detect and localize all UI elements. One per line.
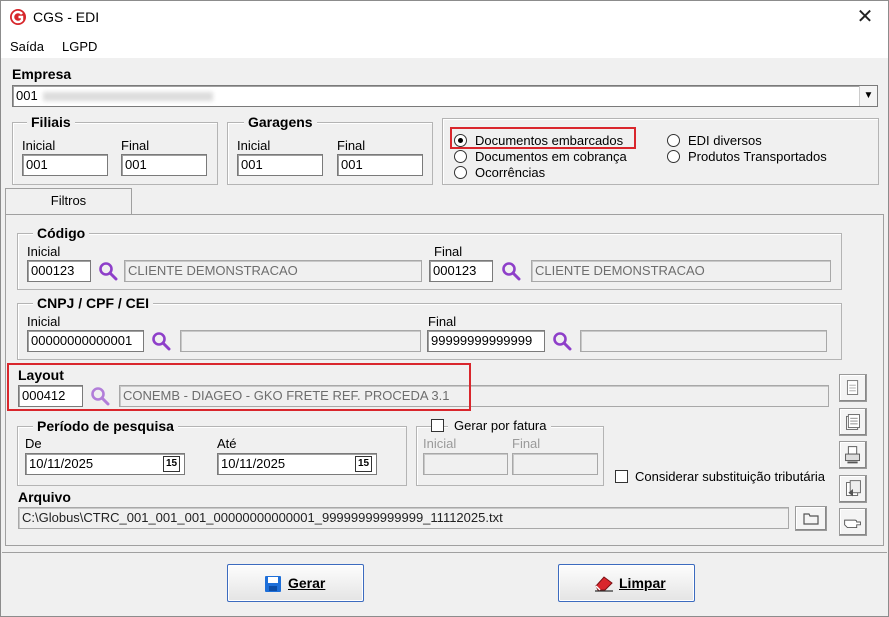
garagens-inicial-label: Inicial [237,138,271,153]
periodo-de-label: De [25,436,42,451]
codigo-final-label: Final [434,244,463,259]
label-edi-diversos: EDI diversos [688,133,762,148]
search-icon[interactable] [151,331,171,351]
footer-divider [2,552,887,553]
codigo-inicial-label: Inicial [27,244,61,259]
fatura-inicial-label: Inicial [423,436,457,451]
save-disk-icon [265,576,281,592]
codigo-final-name: CLIENTE DEMONSTRACAO [531,260,831,282]
periodo-ate-value: 10/11/2025 [221,456,286,471]
cnpj-title: CNPJ / CPF / CEI [33,295,154,311]
fatura-inicial-input [423,453,508,475]
eraser-icon [595,576,613,592]
cnpj-inicial-name [180,330,421,352]
limpar-button[interactable]: Limpar [558,564,695,602]
periodo-title: Período de pesquisa [33,418,178,434]
codigo-final-input[interactable]: 000123 [429,260,493,282]
window-title: CGS - EDI [33,9,100,25]
chevron-down-icon[interactable]: ▼ [859,86,877,106]
cnpj-final-label: Final [428,314,457,329]
fatura-final-input [512,453,598,475]
side-pointer-button[interactable] [839,508,867,536]
side-copy-button[interactable] [839,408,867,436]
garagens-title: Garagens [244,114,317,130]
codigo-inicial-name: CLIENTE DEMONSTRACAO [124,260,422,282]
close-icon[interactable]: ✕ [852,5,878,29]
codigo-title: Código [33,225,90,241]
limpar-label: Limpar [619,575,666,591]
gerar-por-fatura-label: Gerar por fatura [448,418,551,433]
periodo-de-input[interactable]: 10/11/2025 15 [25,453,185,475]
export-icon [846,480,861,497]
app-logo-icon [10,9,26,25]
periodo-ate-input[interactable]: 10/11/2025 15 [217,453,377,475]
filiais-title: Filiais [27,114,75,130]
printer-icon [845,446,860,464]
radio-documentos-cobranca[interactable] [454,150,467,163]
empresa-label: Empresa [12,66,72,82]
codigo-inicial-input[interactable]: 000123 [27,260,91,282]
label-ocorrencias: Ocorrências [475,165,546,180]
pointing-hand-icon [844,519,861,529]
calendar-icon[interactable]: 15 [355,456,372,472]
cnpj-final-input[interactable]: 99999999999999 [427,330,545,352]
cnpj-inicial-label: Inicial [27,314,61,329]
filiais-inicial-label: Inicial [22,138,56,153]
edi-window: CGS - EDI ✕ Saída LGPD Empresa 001 ▼ Fil… [0,0,889,617]
search-icon[interactable] [501,261,521,281]
calendar-icon[interactable]: 15 [163,456,180,472]
arquivo-path: C:\Globus\CTRC_001_001_001_0000000000000… [18,507,789,529]
gerar-label: Gerar [288,575,326,591]
side-export-button[interactable] [839,475,867,503]
label-produtos-transportados: Produtos Transportados [688,149,827,164]
filiais-final-label: Final [121,138,150,153]
title-bar: CGS - EDI ✕ [1,1,888,34]
copy-pages-icon [846,414,860,430]
empresa-value: 001 [16,88,38,103]
menu-bar: Saída LGPD [1,34,888,58]
garagens-inicial-input[interactable]: 001 [237,154,323,176]
gerar-button[interactable]: Gerar [227,564,364,602]
garagens-final-input[interactable]: 001 [337,154,423,176]
highlight-layout [7,363,471,411]
garagens-final-label: Final [337,138,366,153]
radio-ocorrencias[interactable] [454,166,467,179]
cnpj-final-name [580,330,827,352]
radio-edi-diversos[interactable] [667,134,680,147]
side-document-button[interactable] [839,374,867,402]
document-icon [846,380,859,395]
label-documentos-cobranca: Documentos em cobrança [475,149,627,164]
arquivo-label: Arquivo [18,489,71,505]
search-icon[interactable] [552,331,572,351]
gerar-por-fatura-checkbox[interactable] [431,419,444,432]
filiais-inicial-input[interactable]: 001 [22,154,108,176]
tab-filtros[interactable]: Filtros [5,188,132,215]
folder-icon [803,513,819,525]
radio-produtos-transportados[interactable] [667,150,680,163]
empresa-select[interactable]: 001 ▼ [12,85,878,107]
cnpj-inicial-input[interactable]: 00000000000001 [27,330,144,352]
periodo-ate-label: Até [217,436,237,451]
menu-saida[interactable]: Saída [10,39,44,54]
fatura-final-label: Final [512,436,541,451]
blurred-company-name [43,92,213,101]
menu-lgpd[interactable]: LGPD [62,39,97,54]
side-print-button[interactable] [839,441,867,469]
filiais-final-input[interactable]: 001 [121,154,207,176]
search-icon[interactable] [98,261,118,281]
substituicao-checkbox[interactable] [615,470,628,483]
highlight-documentos-embarcados [450,127,636,149]
open-folder-button[interactable] [795,506,827,531]
periodo-de-value: 10/11/2025 [29,456,94,471]
substituicao-label: Considerar substituição tributária [635,469,826,484]
